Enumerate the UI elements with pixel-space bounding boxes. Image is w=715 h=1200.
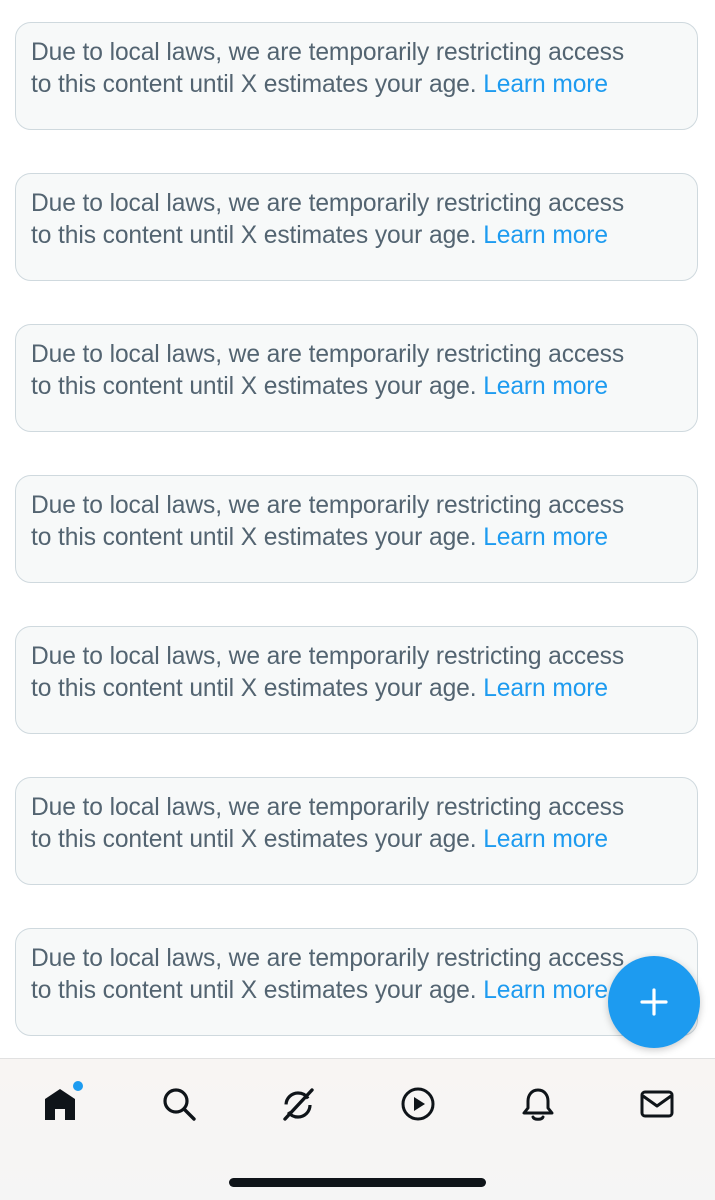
age-restriction-notice: Due to local laws, we are temporarily re… [15, 22, 698, 130]
learn-more-link[interactable]: Learn more [483, 826, 608, 853]
notice-text-line-1: Due to local laws, we are temporarily re… [31, 190, 625, 217]
notice-text-line-2: to this content until X estimates your a… [31, 675, 477, 702]
envelope-icon [640, 1090, 674, 1118]
tab-notifications[interactable] [508, 1079, 568, 1129]
learn-more-link[interactable]: Learn more [483, 71, 608, 98]
grok-icon [283, 1088, 314, 1121]
age-restriction-notice: Due to local laws, we are temporarily re… [15, 626, 698, 734]
learn-more-link[interactable]: Learn more [483, 373, 608, 400]
play-circle-icon [401, 1087, 435, 1121]
home-indicator[interactable] [229, 1178, 486, 1187]
tab-search[interactable] [149, 1079, 209, 1129]
search-icon [163, 1088, 196, 1121]
tab-video[interactable] [388, 1079, 448, 1129]
notice-text-line-2: to this content until X estimates your a… [31, 826, 477, 853]
notice-text-line-2: to this content until X estimates your a… [31, 222, 477, 249]
x-app-screen: Due to local laws, we are temporarily re… [0, 0, 715, 1200]
tab-home[interactable] [30, 1079, 90, 1129]
age-restriction-notice: Due to local laws, we are temporarily re… [15, 173, 698, 281]
plus-icon [640, 988, 668, 1016]
age-restriction-notice: Due to local laws, we are temporarily re… [15, 475, 698, 583]
age-restriction-notice: Due to local laws, we are temporarily re… [15, 324, 698, 432]
notice-text-line-2: to this content until X estimates your a… [31, 977, 477, 1004]
compose-post-button[interactable] [608, 956, 700, 1048]
notice-text-line-2: to this content until X estimates your a… [31, 524, 477, 551]
notice-text-line-1: Due to local laws, we are temporarily re… [31, 794, 625, 821]
notice-text-line-1: Due to local laws, we are temporarily re… [31, 492, 625, 519]
notice-text-line-2: to this content until X estimates your a… [31, 71, 477, 98]
notice-text-line-1: Due to local laws, we are temporarily re… [31, 39, 625, 66]
tab-messages[interactable] [627, 1079, 687, 1129]
learn-more-link[interactable]: Learn more [483, 524, 608, 551]
age-restriction-notice: Due to local laws, we are temporarily re… [15, 777, 698, 885]
notice-text-line-2: to this content until X estimates your a… [31, 373, 477, 400]
unread-badge [71, 1079, 85, 1093]
timeline-feed[interactable]: Due to local laws, we are temporarily re… [0, 0, 715, 1058]
learn-more-link[interactable]: Learn more [483, 222, 608, 249]
age-restriction-notice: Due to local laws, we are temporarily re… [15, 928, 698, 1036]
learn-more-link[interactable]: Learn more [483, 977, 608, 1004]
tab-grok[interactable] [268, 1079, 328, 1129]
bell-icon [522, 1088, 554, 1121]
learn-more-link[interactable]: Learn more [483, 675, 608, 702]
notice-text-line-1: Due to local laws, we are temporarily re… [31, 341, 625, 368]
notice-text-line-1: Due to local laws, we are temporarily re… [31, 945, 625, 972]
notice-text-line-1: Due to local laws, we are temporarily re… [31, 643, 625, 670]
